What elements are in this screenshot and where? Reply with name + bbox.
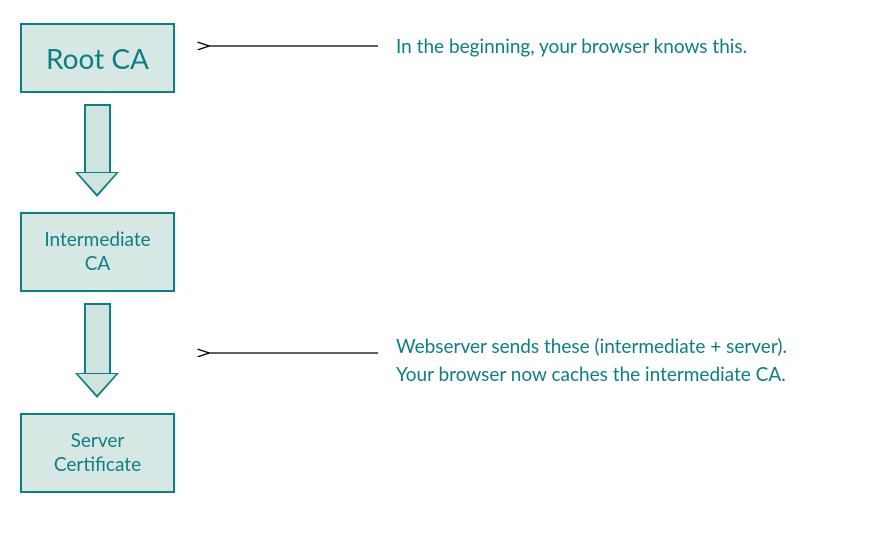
server-cert-box: Server Certificate — [20, 413, 175, 493]
root-ca-box: Root CA — [20, 23, 175, 93]
intermediate-ca-label: Intermediate CA — [44, 228, 150, 276]
root-ca-label: Root CA — [46, 41, 149, 75]
arrow-intermediate-to-server — [75, 303, 120, 400]
arrow-root-to-intermediate — [75, 104, 120, 199]
intermediate-ca-box: Intermediate CA — [20, 212, 175, 292]
server-cert-label: Server Certificate — [54, 429, 141, 477]
annotation-root: In the beginning, your browser knows thi… — [396, 33, 747, 61]
pointer-arrow-root — [200, 38, 380, 58]
annotation-sends: Webserver sends these (intermediate + se… — [396, 333, 856, 388]
pointer-arrow-sends — [200, 345, 380, 365]
